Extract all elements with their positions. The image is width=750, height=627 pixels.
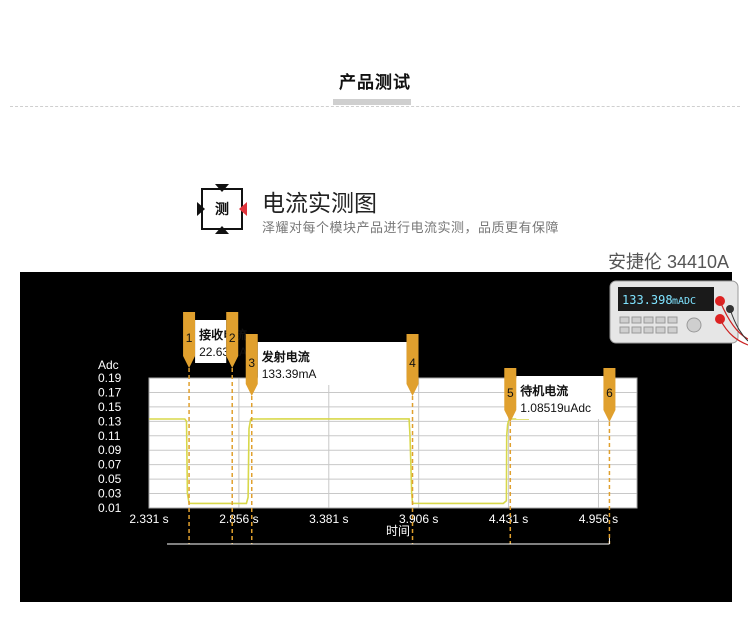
chart-subheading: 泽耀对每个模块产品进行电流实测，品质更有保障 xyxy=(262,220,560,235)
marker-label: 3 xyxy=(248,356,255,370)
annotation-value: 1.08519uAdc xyxy=(520,401,591,415)
x-axis-label: 时间 xyxy=(386,524,410,538)
dashed-divider xyxy=(10,106,740,107)
multimeter-icon: 133.398 mADC xyxy=(609,280,748,346)
marker-label: 6 xyxy=(606,386,613,400)
meter-display-value: 133.398 xyxy=(622,293,673,307)
meter-display-unit: mADC xyxy=(672,296,696,307)
x-tick-label: 4.431 s xyxy=(489,512,528,526)
y-tick-label: 0.09 xyxy=(98,443,122,457)
marker-label: 1 xyxy=(186,331,193,345)
y-tick-label: 0.19 xyxy=(98,371,122,385)
y-tick-label: 0.15 xyxy=(98,400,122,414)
chart-heading: 电流实测图 xyxy=(262,190,377,216)
x-tick-label: 2.331 s xyxy=(129,512,168,526)
y-axis-label: Adc xyxy=(98,358,119,372)
section-title: 产品测试 xyxy=(339,73,411,92)
x-tick-label: 4.956 s xyxy=(579,512,618,526)
y-tick-label: 0.11 xyxy=(98,429,121,443)
instrument-name: 安捷伦 34410A xyxy=(608,252,730,272)
y-tick-label: 0.13 xyxy=(98,414,122,428)
title-underline xyxy=(333,99,411,105)
marker-label: 5 xyxy=(507,386,514,400)
y-tick-label: 0.07 xyxy=(98,458,122,472)
y-tick-label: 0.17 xyxy=(98,385,122,399)
y-tick-label: 0.01 xyxy=(98,501,122,515)
x-tick-label: 3.381 s xyxy=(309,512,348,526)
annotation-title: 发射电流 xyxy=(261,349,310,364)
annotation-value: 133.39mA xyxy=(262,367,317,381)
badge-char: 测 xyxy=(215,201,229,218)
marker-label: 4 xyxy=(409,356,416,370)
measure-badge-icon: 测 xyxy=(197,184,247,234)
annotation-title: 接收电流 xyxy=(199,327,247,342)
y-tick-label: 0.03 xyxy=(98,487,122,501)
annotation-title: 待机电流 xyxy=(520,383,568,398)
marker-label: 2 xyxy=(229,331,236,345)
x-tick-label: 2.856 s xyxy=(219,512,258,526)
annotation-value: 22.63mA xyxy=(199,345,247,359)
y-tick-label: 0.05 xyxy=(98,472,122,486)
